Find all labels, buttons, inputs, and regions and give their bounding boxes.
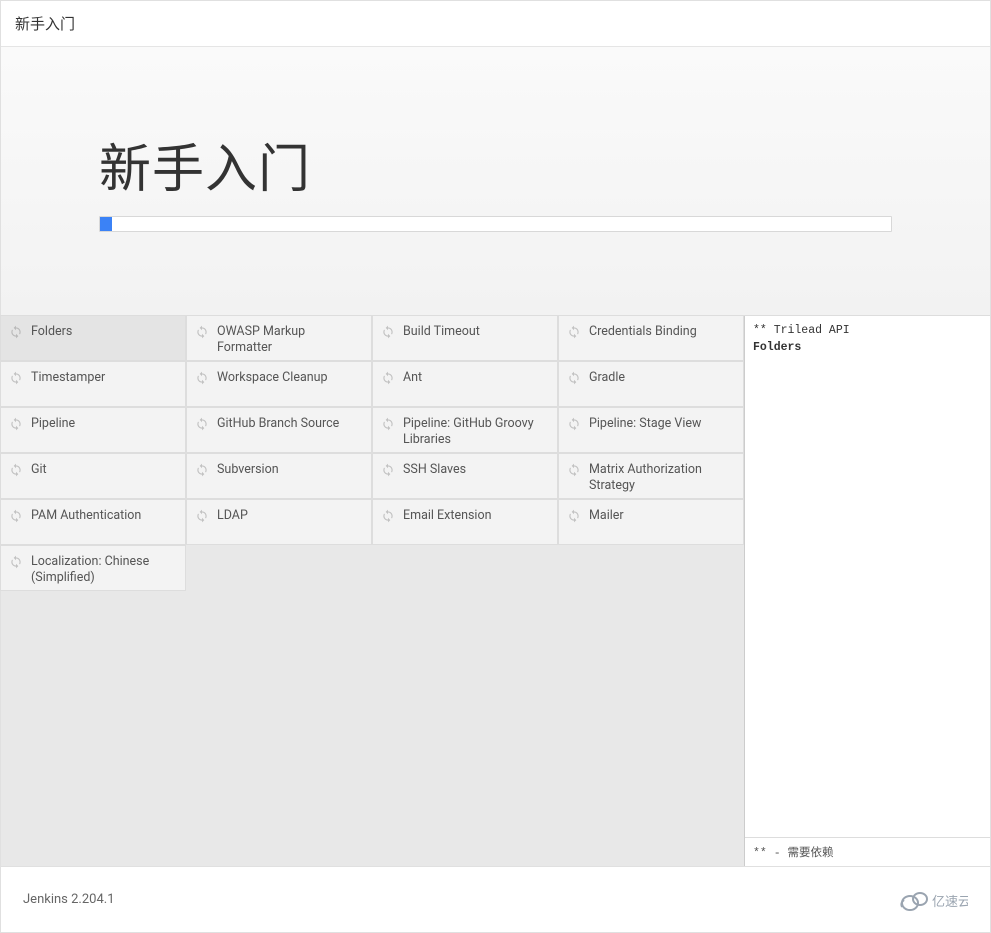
refresh-icon bbox=[381, 371, 395, 385]
plugin-item[interactable]: Credentials Binding bbox=[558, 315, 744, 361]
refresh-icon bbox=[9, 555, 23, 569]
refresh-icon bbox=[195, 417, 209, 431]
plugin-label: GitHub Branch Source bbox=[217, 416, 339, 432]
refresh-icon bbox=[9, 463, 23, 477]
plugin-item[interactable]: Timestamper bbox=[0, 361, 186, 407]
plugin-item[interactable]: Ant bbox=[372, 361, 558, 407]
plugin-item[interactable]: SSH Slaves bbox=[372, 453, 558, 499]
plugin-label: OWASP Markup Formatter bbox=[217, 324, 363, 357]
progress-bar bbox=[99, 216, 892, 232]
version-label: Jenkins 2.204.1 bbox=[23, 892, 115, 907]
plugin-label: Gradle bbox=[589, 370, 625, 386]
brand-text: 亿速云 bbox=[932, 894, 968, 909]
cloud-logo-icon: 亿速云 bbox=[896, 885, 968, 915]
plugin-item[interactable]: Subversion bbox=[186, 453, 372, 499]
plugin-label: Matrix Authorization Strategy bbox=[589, 462, 735, 495]
plugin-label: LDAP bbox=[217, 508, 248, 524]
plugin-item[interactable]: LDAP bbox=[186, 499, 372, 545]
refresh-icon bbox=[9, 509, 23, 523]
plugin-label: Mailer bbox=[589, 508, 624, 524]
plugin-label: Pipeline bbox=[31, 416, 75, 432]
plugin-label: SSH Slaves bbox=[403, 462, 466, 478]
refresh-icon bbox=[567, 509, 581, 523]
plugin-label: Folders bbox=[31, 324, 72, 340]
window-title: 新手入门 bbox=[1, 1, 990, 47]
app-window: 新手入门 新手入门 Folders OWASP Markup Formatter B… bbox=[0, 0, 991, 933]
plugin-item[interactable]: Pipeline: GitHub Groovy Libraries bbox=[372, 407, 558, 453]
plugin-item[interactable]: Git bbox=[0, 453, 186, 499]
plugin-item[interactable]: Localization: Chinese (Simplified) bbox=[0, 545, 186, 591]
plugin-item[interactable]: PAM Authentication bbox=[0, 499, 186, 545]
log-panel: ** Trilead API Folders ** - 需要依赖 bbox=[745, 316, 990, 866]
refresh-icon bbox=[381, 417, 395, 431]
plugin-label: Workspace Cleanup bbox=[217, 370, 328, 386]
refresh-icon bbox=[381, 509, 395, 523]
log-line: ** Trilead API bbox=[753, 322, 982, 339]
plugin-item[interactable]: Email Extension bbox=[372, 499, 558, 545]
plugin-item[interactable]: OWASP Markup Formatter bbox=[186, 315, 372, 361]
refresh-icon bbox=[9, 325, 23, 339]
plugin-item[interactable]: Mailer bbox=[558, 499, 744, 545]
page-title: 新手入门 bbox=[99, 127, 892, 202]
log-body: ** Trilead API Folders bbox=[745, 316, 990, 837]
refresh-icon bbox=[9, 371, 23, 385]
plugin-item[interactable]: Matrix Authorization Strategy bbox=[558, 453, 744, 499]
content-area: Folders OWASP Markup Formatter Build Timeo… bbox=[1, 315, 990, 866]
refresh-icon bbox=[195, 325, 209, 339]
refresh-icon bbox=[567, 325, 581, 339]
plugin-item[interactable]: Workspace Cleanup bbox=[186, 361, 372, 407]
plugin-grid: Folders OWASP Markup Formatter Build Timeo… bbox=[1, 316, 745, 866]
plugin-item[interactable]: Pipeline: Stage View bbox=[558, 407, 744, 453]
plugin-label: Build Timeout bbox=[403, 324, 480, 340]
refresh-icon bbox=[9, 417, 23, 431]
refresh-icon bbox=[381, 325, 395, 339]
log-footer: ** - 需要依赖 bbox=[745, 837, 990, 866]
log-line-current: Folders bbox=[753, 339, 982, 356]
refresh-icon bbox=[195, 463, 209, 477]
hero-section: 新手入门 bbox=[1, 47, 990, 315]
refresh-icon bbox=[381, 463, 395, 477]
plugin-label: Email Extension bbox=[403, 508, 492, 524]
plugin-item[interactable]: Folders bbox=[0, 315, 186, 361]
progress-fill bbox=[100, 217, 112, 231]
refresh-icon bbox=[567, 417, 581, 431]
plugin-item[interactable]: Build Timeout bbox=[372, 315, 558, 361]
plugin-label: Subversion bbox=[217, 462, 279, 478]
plugin-label: Pipeline: Stage View bbox=[589, 416, 701, 432]
refresh-icon bbox=[567, 463, 581, 477]
plugin-label: Localization: Chinese (Simplified) bbox=[31, 554, 177, 587]
plugin-label: Ant bbox=[403, 370, 422, 386]
refresh-icon bbox=[195, 371, 209, 385]
plugin-label: Pipeline: GitHub Groovy Libraries bbox=[403, 416, 549, 449]
plugin-label: Git bbox=[31, 462, 47, 478]
brand-logo: 亿速云 bbox=[896, 885, 968, 915]
plugin-item[interactable]: Gradle bbox=[558, 361, 744, 407]
plugin-item[interactable]: GitHub Branch Source bbox=[186, 407, 372, 453]
plugin-label: Timestamper bbox=[31, 370, 105, 386]
plugin-item[interactable]: Pipeline bbox=[0, 407, 186, 453]
plugin-label: Credentials Binding bbox=[589, 324, 697, 340]
footer: Jenkins 2.204.1 亿速云 bbox=[1, 866, 990, 932]
plugin-label: PAM Authentication bbox=[31, 508, 141, 524]
refresh-icon bbox=[195, 509, 209, 523]
refresh-icon bbox=[567, 371, 581, 385]
